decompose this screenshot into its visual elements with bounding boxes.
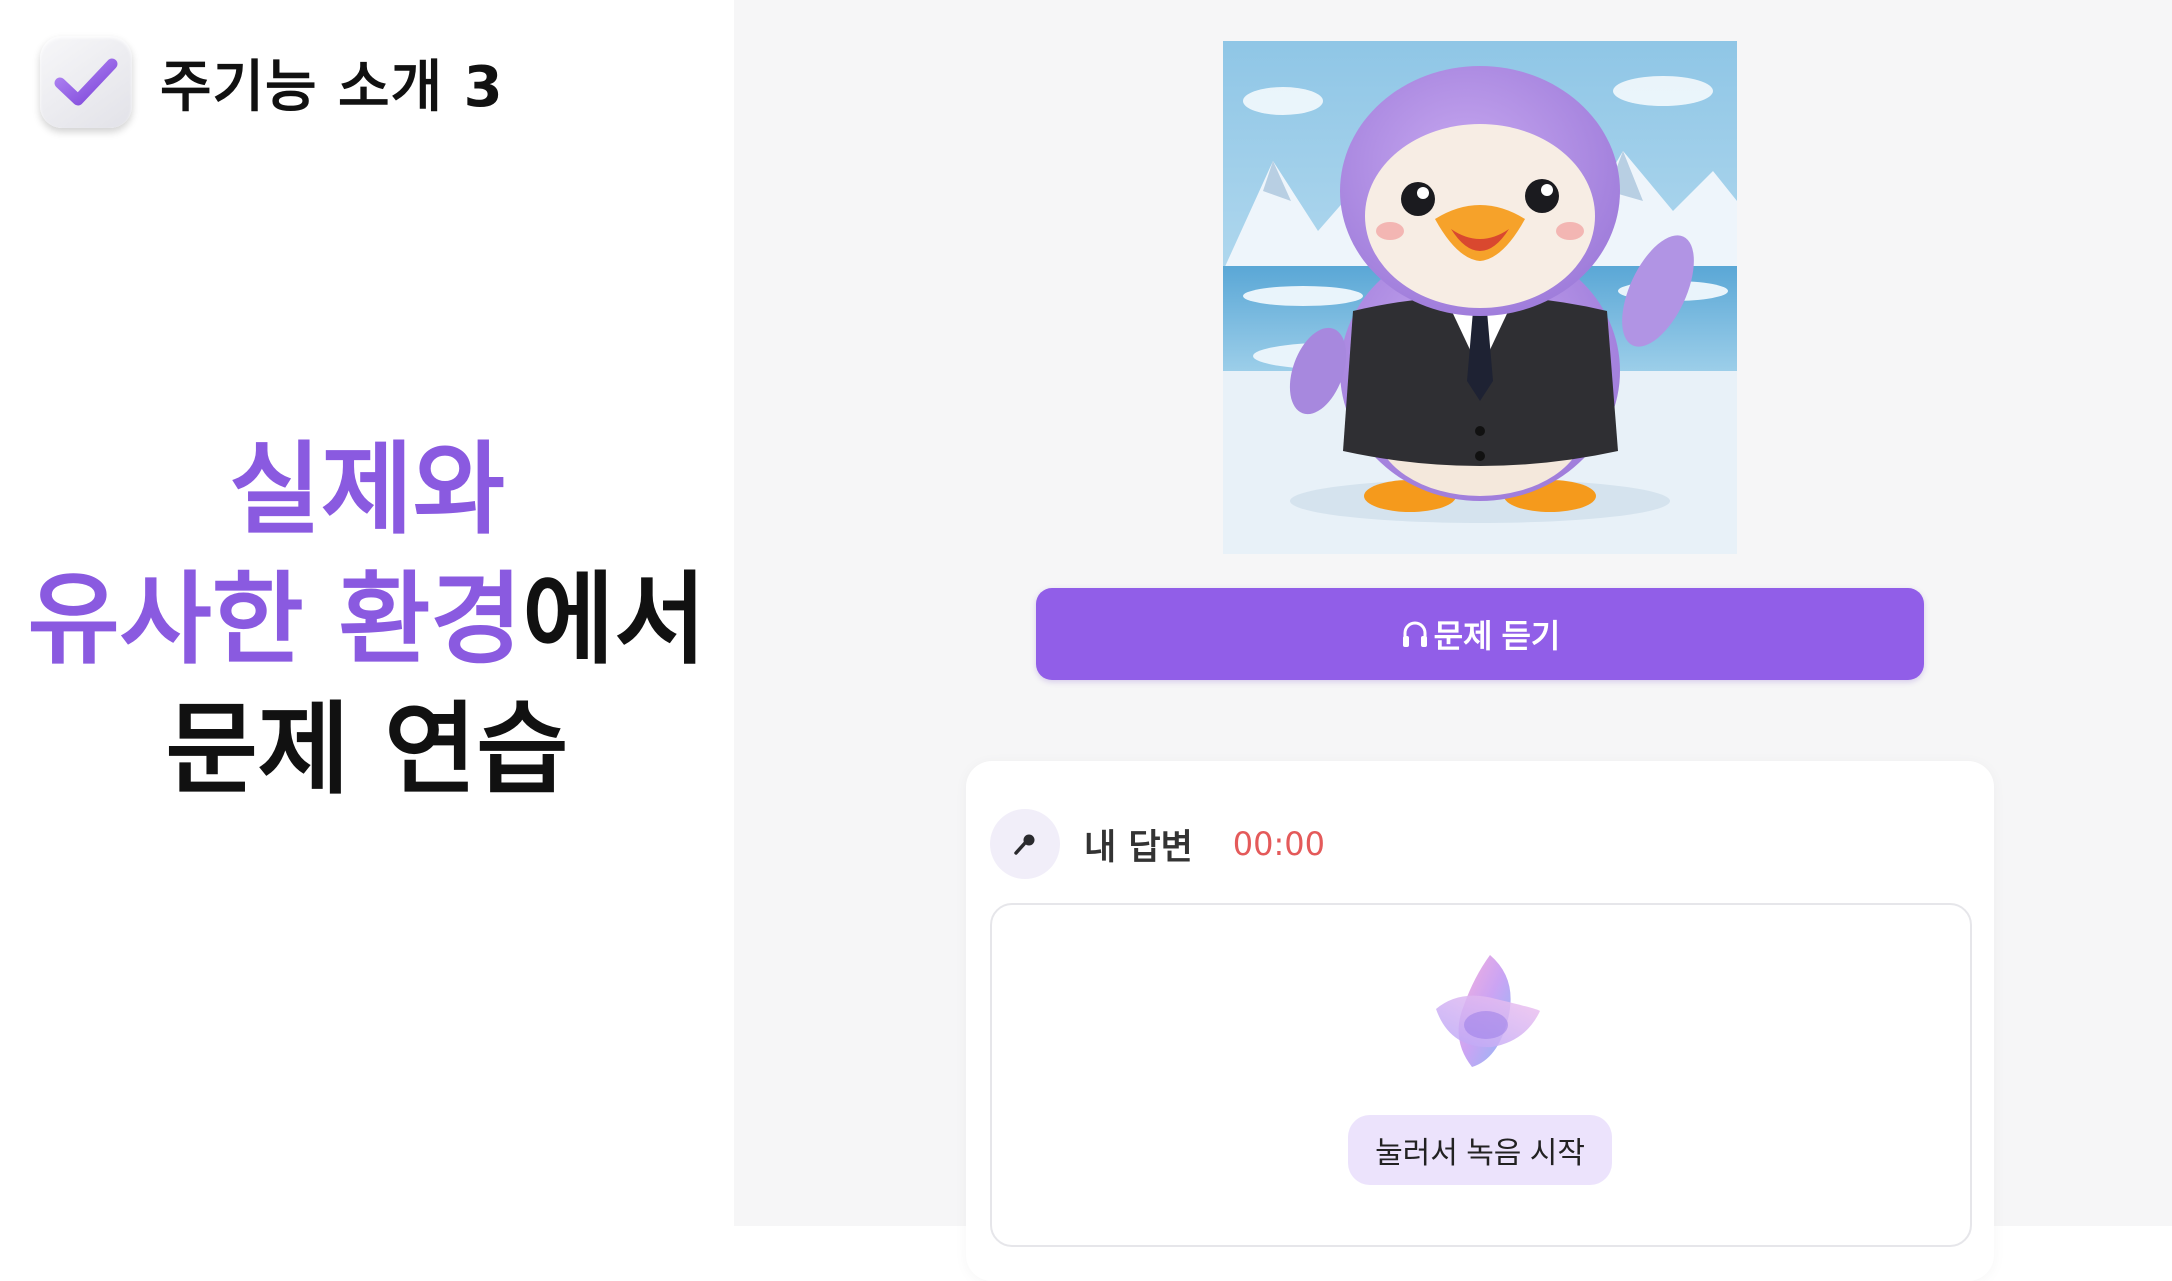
headline-line-3: 문제 연습	[165, 691, 569, 808]
microphone-icon	[990, 809, 1060, 879]
headline: 실제와 유사한 환경에서 문제 연습	[0, 425, 734, 815]
my-answer-card: 내 답변 00:00 눌러서 녹음 시작	[966, 761, 1994, 1281]
headline-line-1: 실제와	[229, 431, 505, 548]
headline-line-2-accent: 유사한 환경	[27, 561, 523, 678]
listen-button-label: 문제 듣기	[1433, 618, 1561, 654]
intro-panel: 주기능 소개 3 실제와 유사한 환경에서 문제 연습	[0, 0, 734, 1226]
record-area: 눌러서 녹음 시작	[990, 903, 1972, 1247]
slide-header: 주기능 소개 3	[40, 36, 504, 128]
answer-title: 내 답변	[1084, 827, 1193, 868]
penguin-mascot-illustration	[1223, 41, 1737, 554]
answer-header: 내 답변 00:00	[990, 809, 1325, 879]
slide-title: 주기능 소개 3	[160, 54, 504, 120]
voice-orb-icon[interactable]	[1420, 949, 1548, 1077]
headphone-icon	[1400, 618, 1430, 650]
app-screen: 문제 듣기 내 답변 00:00 눌러서 녹음 시작	[734, 0, 2172, 1281]
checkbox-check-icon	[40, 36, 132, 128]
headline-line-2-rest: 에서	[522, 561, 707, 678]
answer-timer: 00:00	[1232, 825, 1326, 863]
start-recording-button[interactable]: 눌러서 녹음 시작	[1348, 1115, 1612, 1185]
listen-question-button[interactable]: 문제 듣기	[1036, 588, 1924, 680]
